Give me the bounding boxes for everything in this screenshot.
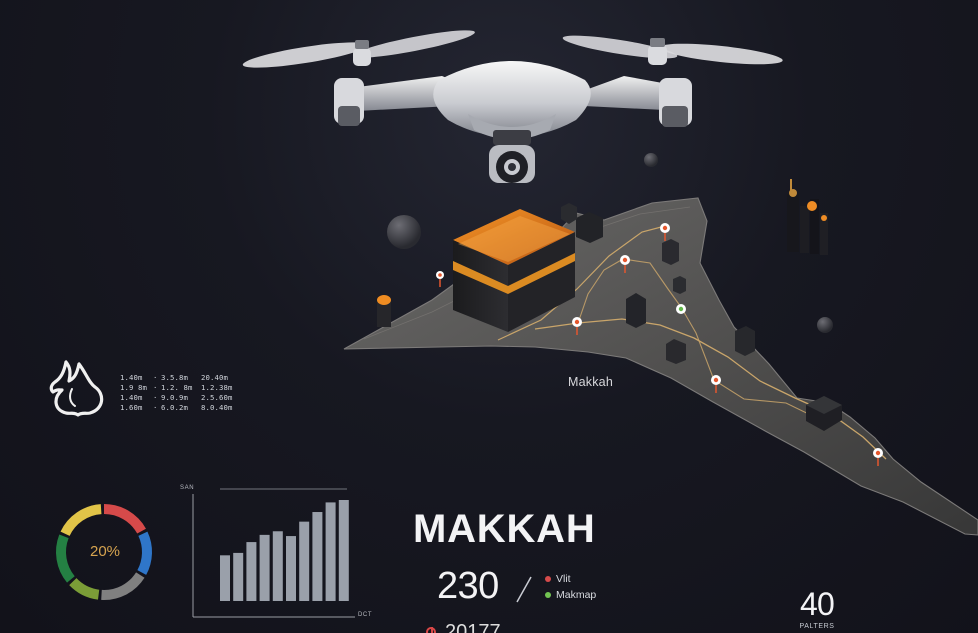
stat-cell: 1.2. 8m bbox=[161, 383, 193, 392]
bar bbox=[246, 542, 257, 601]
bar bbox=[259, 534, 270, 601]
stat-cell: 1.60m bbox=[120, 403, 143, 412]
stats-row: 1.40m · 3.5.8m 20.40m bbox=[120, 373, 265, 383]
stats-row: 1.60m · 6.0.2m 8.0.40m bbox=[120, 403, 265, 413]
bar bbox=[233, 552, 244, 601]
legend-item: Vlit bbox=[545, 571, 596, 587]
legend-dot bbox=[545, 576, 551, 582]
secondary-caption: PALTERS bbox=[799, 623, 835, 630]
stat-cell: 1.40m bbox=[120, 393, 143, 402]
legend-item: Makmap bbox=[545, 587, 596, 603]
bar bbox=[220, 555, 230, 601]
stat-cell: · bbox=[153, 373, 158, 382]
stat-cell: 3.5.8m bbox=[161, 373, 188, 382]
stat-cell: 20.40m bbox=[201, 373, 228, 382]
stat-cell: 2.5.60m bbox=[201, 393, 233, 402]
stats-row: 1.40m · 9.0.9m 2.5.60m bbox=[120, 393, 265, 403]
bar bbox=[338, 500, 349, 601]
bar-chart-top-label: SAN bbox=[180, 485, 195, 491]
drone-icon bbox=[242, 30, 783, 183]
stat-cell: 9.0.9m bbox=[161, 393, 188, 402]
stat-cell: · bbox=[153, 393, 158, 402]
stat-cell: 8.0.40m bbox=[201, 403, 233, 412]
city-map bbox=[343, 197, 978, 536]
stat-cell: 1.9 8m bbox=[120, 383, 147, 392]
donut-percentage: 20% bbox=[89, 543, 121, 560]
stat-cell: 6.0.2m bbox=[161, 403, 188, 412]
bottom-value: 20177 bbox=[445, 621, 501, 633]
stats-row: 1.9 8m · 1.2. 8m 1.2.38m bbox=[120, 383, 265, 393]
stats-table: 1.40m · 3.5.8m 20.40m 1.9 8m · 1.2. 8m 1… bbox=[120, 373, 265, 413]
bottom-readout: 20177 bbox=[426, 622, 501, 633]
hand-icon bbox=[49, 360, 104, 417]
page-title: MAKKAH bbox=[413, 507, 596, 551]
drone-dashboard: 1.40m · 3.5.8m 20.40m 1.9 8m · 1.2. 8m 1… bbox=[0, 0, 978, 633]
bar bbox=[299, 521, 310, 601]
bar bbox=[325, 502, 336, 601]
bar-chart-bottom-label: DCT bbox=[358, 612, 373, 618]
map-label: Makkah bbox=[568, 375, 613, 389]
bar bbox=[286, 536, 296, 601]
legend-label: Makmap bbox=[556, 589, 597, 601]
legend-dot bbox=[545, 592, 551, 598]
secondary-value: 40 bbox=[800, 586, 835, 622]
separator-slash bbox=[516, 576, 532, 603]
primary-value: 230 bbox=[437, 565, 499, 607]
stat-cell: · bbox=[153, 383, 158, 392]
stat-cell: · bbox=[153, 403, 158, 412]
timer-icon bbox=[426, 627, 436, 633]
bar bbox=[272, 531, 283, 601]
legend-label: Vlit bbox=[556, 573, 571, 585]
legend: Vlit Makmap bbox=[545, 571, 596, 603]
bar bbox=[312, 512, 323, 601]
minaret-cluster bbox=[787, 179, 828, 255]
stat-cell: 1.40m bbox=[120, 373, 143, 382]
bar-chart bbox=[192, 488, 355, 618]
stat-cell: 1.2.38m bbox=[201, 383, 233, 392]
